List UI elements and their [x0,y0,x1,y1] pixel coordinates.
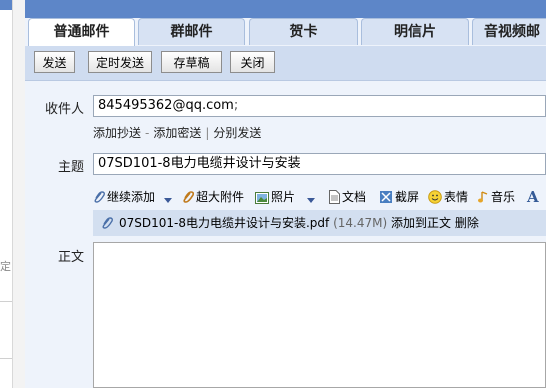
continue-add-dropdown[interactable] [163,188,175,206]
add-bcc-link[interactable]: 添加密送 [153,126,201,140]
divider [0,301,12,302]
header-band [25,0,546,18]
emoticon-button[interactable]: 表情 [428,188,468,206]
add-to-body-link[interactable]: 添加到正文 [391,216,451,230]
photo-icon [255,192,269,204]
photo-label: 照片 [271,190,296,204]
recipient-label: 收件人 [45,102,85,117]
body-editor[interactable] [93,242,546,388]
document-button[interactable]: 文档 [329,188,366,206]
continue-add-label: 继续添加 [107,190,156,204]
document-label: 文档 [342,190,367,204]
recipient-value: 845495362@qq.com [98,98,234,113]
document-icon [329,190,340,204]
separate-send-link[interactable]: 分别发送 [213,126,261,140]
tab-group-mail[interactable]: 群邮件 [138,18,245,45]
save-draft-button[interactable]: 存草稿 [161,51,222,73]
link-separator: - [145,126,150,140]
chevron-down-icon [307,198,315,203]
music-label: 音乐 [491,190,516,204]
left-sidebar-strip: 定] [0,0,15,388]
screenshot-icon [380,191,392,203]
splitter[interactable] [12,0,26,388]
recipient-field[interactable]: 845495362@qq.com; [93,95,546,117]
tab-av-mail[interactable]: 音视频邮 [472,18,546,45]
continue-add-button[interactable]: 继续添加 [93,188,155,206]
music-button[interactable]: 音乐 [477,188,515,206]
paperclip-icon [102,217,113,229]
font-format-button[interactable]: A [527,188,539,206]
paperclip-icon [94,191,105,203]
photo-button[interactable]: 照片 [255,188,295,206]
attachment-size: (14.47M) [333,216,388,230]
attachment-filename: 07SD101-8电力电缆井设计与安装.pdf [119,216,330,230]
large-attachment-label: 超大附件 [196,190,245,204]
send-button[interactable]: 发送 [34,51,75,73]
recipient-separator: ; [233,98,239,113]
add-cc-link[interactable]: 添加抄送 [93,126,141,140]
photo-dropdown[interactable] [306,188,318,206]
subject-label: 主题 [58,160,85,175]
subject-field[interactable]: 07SD101-8电力电缆井设计与安装 [93,153,546,175]
close-button[interactable]: 关闭 [230,51,275,73]
emoticon-label: 表情 [444,190,469,204]
delete-attachment-link[interactable]: 删除 [455,216,479,230]
attachment-item: 07SD101-8电力电缆井设计与安装.pdf (14.47M) 添加到正文 删… [93,210,546,236]
chevron-down-icon [164,198,172,203]
screenshot-label: 截屏 [395,190,420,204]
tab-normal-mail[interactable]: 普通邮件 [28,18,135,46]
tab-postcard[interactable]: 明信片 [361,18,469,45]
tab-greeting-card[interactable]: 贺卡 [249,18,358,45]
compose-panel: 普通邮件 群邮件 贺卡 明信片 音视频邮 发送 定时发送 存草稿 关闭 收件人 … [25,0,546,388]
smiley-icon [428,190,442,204]
divider [0,358,12,359]
recipient-options: 添加抄送 - 添加密送 | 分别发送 [93,124,261,141]
large-paperclip-icon [183,191,195,203]
music-note-icon [478,191,488,203]
link-separator: | [205,126,210,140]
subject-value: 07SD101-8电力电缆井设计与安装 [98,156,301,171]
large-attachment-button[interactable]: 超大附件 [182,188,244,206]
action-toolbar: 发送 定时发送 存草稿 关闭 [25,46,546,81]
screenshot-button[interactable]: 截屏 [379,188,419,206]
left-header-band [0,0,12,10]
scheduled-send-button[interactable]: 定时发送 [88,51,152,73]
body-label: 正文 [58,250,85,265]
